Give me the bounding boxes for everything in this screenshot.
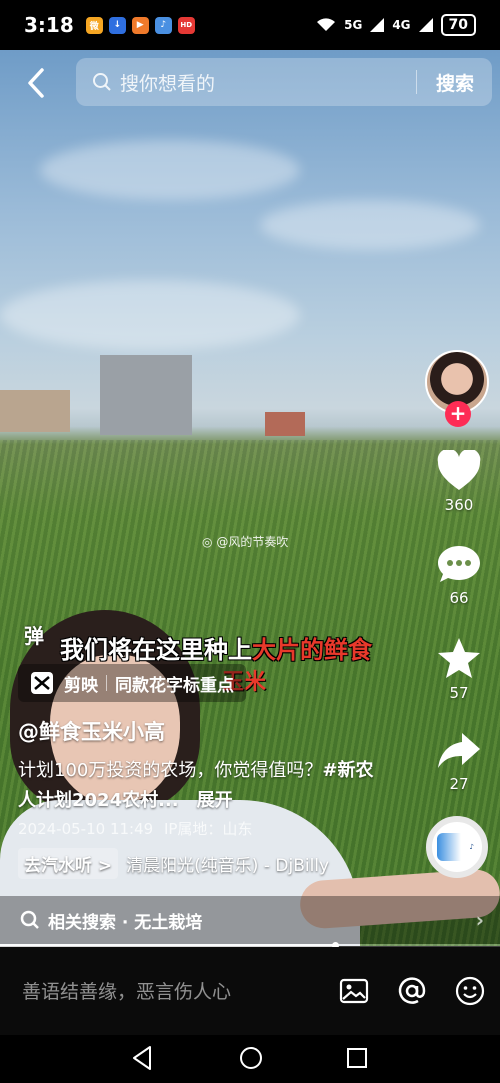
emoji-icon[interactable] bbox=[454, 975, 486, 1007]
description-text: 计划100万投资的农场，你觉得值吗？ bbox=[18, 760, 323, 781]
watermark-text: @风的节奏吹 bbox=[216, 535, 289, 549]
distant-building bbox=[0, 390, 70, 432]
capcut-app-label: 剪映 bbox=[64, 675, 98, 696]
sky-cloud bbox=[0, 280, 300, 350]
capcut-template-tag[interactable]: 剪映 同款花字标重点 bbox=[18, 664, 246, 702]
post-location: IP属地：山东 bbox=[163, 820, 253, 838]
news-icon: HD bbox=[177, 16, 195, 34]
music-title: 清晨阳光(纯音乐) - DjBilly bbox=[126, 856, 330, 876]
distant-building bbox=[100, 355, 192, 435]
battery-indicator: 70 bbox=[440, 14, 476, 36]
related-search-text: 相关搜索 · 无土栽培 bbox=[48, 912, 203, 933]
chevron-right-icon: › bbox=[475, 908, 484, 932]
video-icon: ▶ bbox=[131, 16, 149, 34]
status-indicators: 5G 4G 70 bbox=[316, 14, 476, 36]
image-icon[interactable] bbox=[338, 975, 370, 1007]
heart-icon bbox=[437, 450, 481, 490]
like-button[interactable]: 360 bbox=[428, 450, 490, 514]
system-nav-bar bbox=[0, 1035, 500, 1083]
share-count: 27 bbox=[449, 775, 469, 793]
share-button[interactable]: 27 bbox=[428, 729, 490, 793]
search-icon bbox=[20, 910, 39, 929]
video-caption: 我们将在这里种上大片的鲜食 bbox=[60, 630, 372, 665]
status-app-icons: 微 ↓ ▶ ♪ HD bbox=[85, 16, 195, 34]
signal-icon-2 bbox=[418, 18, 433, 32]
at-mention-icon[interactable] bbox=[396, 975, 428, 1007]
sky-cloud bbox=[40, 140, 300, 200]
caption-highlight: 大片的鲜食 bbox=[252, 636, 372, 664]
sky-cloud bbox=[260, 200, 480, 250]
music-disc[interactable]: ♪ bbox=[426, 816, 488, 878]
search-icon bbox=[93, 73, 111, 91]
search-bar[interactable]: 搜你想看的 搜索 bbox=[76, 58, 492, 106]
search-input[interactable]: 搜你想看的 bbox=[120, 69, 215, 96]
comment-input[interactable]: 善语结善缘，恶言伤人心 bbox=[22, 977, 231, 1004]
status-bar: 3:18 微 ↓ ▶ ♪ HD 5G 4G 70 bbox=[0, 0, 500, 50]
follow-button[interactable]: + bbox=[445, 401, 471, 427]
signal-icon bbox=[370, 18, 385, 32]
search-button[interactable]: 搜索 bbox=[436, 69, 474, 96]
favorite-count: 57 bbox=[449, 684, 469, 702]
share-arrow-icon bbox=[438, 733, 480, 768]
capcut-separator bbox=[106, 675, 107, 691]
music-icon: ♪ bbox=[154, 16, 172, 34]
post-date: 2024-05-10 11:49 bbox=[18, 820, 154, 838]
watermark: ◎ @风的节奏吹 bbox=[202, 533, 288, 550]
like-count: 360 bbox=[444, 496, 474, 514]
post-meta: 2024-05-10 11:49 IP属地：山东 bbox=[18, 818, 252, 839]
comment-icon bbox=[438, 546, 480, 582]
soda-music-link[interactable]: 去汽水听 > bbox=[18, 848, 119, 879]
distant-building bbox=[265, 412, 305, 436]
status-time: 3:18 bbox=[24, 13, 74, 37]
danmaku-toggle[interactable]: 弹 bbox=[24, 620, 44, 649]
download-icon: ↓ bbox=[108, 16, 126, 34]
favorite-button[interactable]: 57 bbox=[428, 636, 490, 702]
comment-count: 66 bbox=[449, 589, 469, 607]
capcut-icon bbox=[31, 672, 53, 694]
post-description: 计划100万投资的农场，你觉得值吗？#新农人计划2024农村... 展开 bbox=[18, 756, 378, 816]
capcut-template-label: 同款花字标重点 bbox=[115, 675, 234, 696]
author-name[interactable]: @鲜食玉米小高 bbox=[18, 716, 165, 746]
related-search-bar[interactable]: 相关搜索 · 无土栽培 › bbox=[0, 896, 500, 944]
nav-back-icon[interactable] bbox=[128, 1043, 158, 1073]
music-cover-icon: ♪ bbox=[437, 833, 477, 861]
expand-button[interactable]: 展开 bbox=[197, 790, 233, 811]
music-row[interactable]: 去汽水听 > 清晨阳光(纯音乐) - DjBilly bbox=[18, 848, 329, 879]
wifi-icon bbox=[317, 18, 336, 31]
network-4g-label: 4G bbox=[392, 18, 411, 32]
back-arrow-icon[interactable] bbox=[22, 66, 52, 100]
star-icon bbox=[438, 638, 480, 678]
nav-home-icon[interactable] bbox=[236, 1043, 266, 1073]
caption-main: 我们将在这里种上 bbox=[60, 636, 252, 664]
weibo-icon: 微 bbox=[85, 16, 103, 34]
comment-bar: 善语结善缘，恶言伤人心 bbox=[0, 947, 500, 1035]
weibo-icon: ◎ bbox=[202, 535, 213, 549]
search-divider bbox=[416, 70, 417, 94]
comment-button[interactable]: 66 bbox=[428, 543, 490, 607]
nav-recents-icon[interactable] bbox=[342, 1043, 372, 1073]
network-5g-label: 5G bbox=[344, 18, 363, 32]
